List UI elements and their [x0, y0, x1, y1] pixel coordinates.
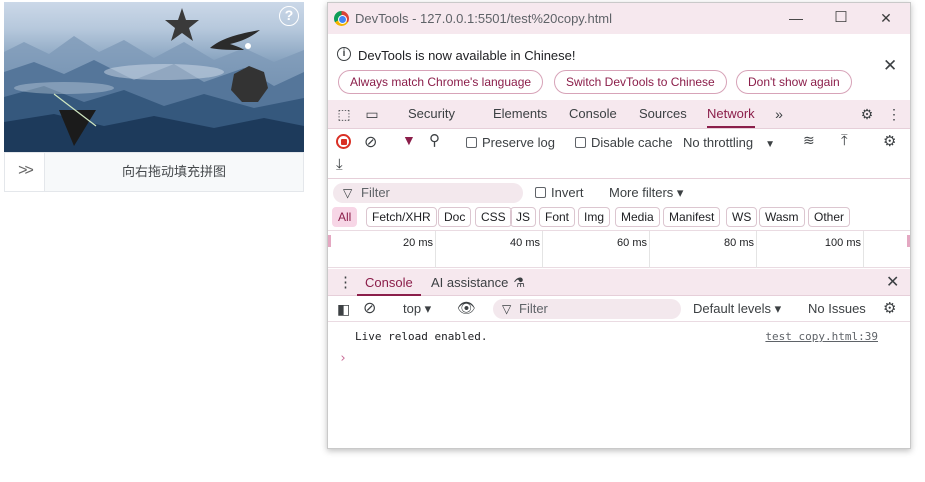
- filter-icon: ▽: [502, 302, 512, 316]
- always-match-language-button[interactable]: Always match Chrome's language: [338, 70, 544, 94]
- type-ws[interactable]: WS: [726, 207, 758, 227]
- info-icon: i: [337, 47, 351, 61]
- clear-icon[interactable]: ⊘: [364, 132, 377, 152]
- resource-type-filters: All Fetch/XHR Doc CSS JS Font Img Media …: [328, 207, 910, 231]
- more-filters-dropdown[interactable]: More filters ▾: [609, 185, 683, 201]
- preserve-log-checkbox[interactable]: Preserve log: [466, 135, 555, 150]
- chrome-logo-icon: [334, 11, 349, 26]
- type-js[interactable]: JS: [510, 207, 537, 227]
- disable-cache-checkbox[interactable]: Disable cache: [575, 135, 673, 150]
- slider-handle[interactable]: >>: [5, 153, 45, 191]
- tab-security[interactable]: Security: [408, 100, 455, 128]
- throttling-select[interactable]: No throttling ▼: [683, 135, 775, 150]
- minimize-button[interactable]: —: [780, 6, 812, 30]
- tick-label: 60 ms: [617, 237, 647, 249]
- console-output[interactable]: Live reload enabled. test copy.html:39 ›: [328, 323, 910, 448]
- issues-counter[interactable]: No Issues: [808, 296, 866, 322]
- console-message: Live reload enabled.: [355, 330, 488, 343]
- type-manifest[interactable]: Manifest: [663, 207, 721, 227]
- record-icon[interactable]: [336, 134, 351, 149]
- type-css[interactable]: CSS: [475, 207, 512, 227]
- window-title: DevTools - 127.0.0.1:5501/test%20copy.ht…: [355, 11, 613, 26]
- sidebar-toggle-icon[interactable]: ◧: [337, 296, 350, 322]
- help-icon[interactable]: ?: [279, 6, 299, 26]
- tab-network[interactable]: Network: [707, 100, 755, 128]
- type-wasm[interactable]: Wasm: [759, 207, 805, 227]
- invert-checkbox[interactable]: Invert: [535, 185, 584, 200]
- console-filter-input[interactable]: ▽ Filter: [493, 299, 681, 319]
- context-selector[interactable]: top ▾: [403, 296, 431, 322]
- type-other[interactable]: Other: [808, 207, 851, 227]
- flask-icon: ⚗: [513, 275, 525, 290]
- maximize-button[interactable]: ☐: [825, 6, 857, 30]
- filter-icon: ▽: [343, 186, 353, 200]
- tab-sources[interactable]: Sources: [639, 100, 687, 128]
- heptagon-shape: [231, 66, 268, 102]
- slider-captcha: ? >> 向右拖动填充拼图: [4, 2, 304, 192]
- tick-label: 100 ms: [824, 237, 861, 249]
- type-font[interactable]: Font: [539, 207, 576, 227]
- dont-show-again-button[interactable]: Don't show again: [736, 70, 852, 94]
- export-har-icon[interactable]: ⤓: [336, 156, 343, 173]
- tick-label: 80 ms: [724, 237, 754, 249]
- infobar-close-icon[interactable]: ✕: [883, 56, 897, 76]
- network-filter-bar: ▽ Filter Invert More filters ▾: [328, 180, 910, 205]
- slider-hint: 向右拖动填充拼图: [121, 164, 226, 179]
- settings-gear-icon[interactable]: ⚙: [857, 100, 877, 128]
- clear-console-icon[interactable]: ⊘: [363, 296, 376, 322]
- type-all[interactable]: All: [332, 207, 358, 227]
- more-options-icon[interactable]: ⋮: [884, 100, 904, 128]
- puzzle-shapes: [53, 8, 268, 146]
- type-media[interactable]: Media: [615, 207, 660, 227]
- tick-label: 40 ms: [510, 237, 540, 249]
- network-conditions-icon[interactable]: ≋: [803, 132, 815, 149]
- tick-label: 20 ms: [403, 237, 433, 249]
- network-toolbar: ⊘ ▼ ⚲ Preserve log Disable cache No thro…: [328, 129, 910, 179]
- console-message-source-link[interactable]: test copy.html:39: [765, 330, 878, 343]
- drawer-tabs: ⋮ Console AI assistance ⚗ ✕: [328, 269, 910, 296]
- infobar-message: DevTools is now available in Chinese!: [358, 48, 576, 63]
- console-prompt[interactable]: ›: [339, 351, 347, 366]
- console-toolbar: ◧ ⊘ top ▾ 👁 ▽ Filter Default levels ▾ No…: [328, 296, 910, 322]
- search-icon[interactable]: ⚲: [429, 131, 440, 149]
- type-fetch-xhr[interactable]: Fetch/XHR: [366, 207, 437, 227]
- devtools-window: DevTools - 127.0.0.1:5501/test%20copy.ht…: [327, 2, 911, 449]
- network-filter-input[interactable]: ▽ Filter: [333, 183, 523, 203]
- triangle-shape: [59, 110, 96, 146]
- inspect-element-icon[interactable]: ⬚: [334, 100, 354, 128]
- more-tabs-icon[interactable]: »: [769, 100, 789, 128]
- eagle-shape: [210, 30, 260, 50]
- import-har-icon[interactable]: ⤒: [841, 132, 848, 149]
- network-settings-gear-icon[interactable]: ⚙: [883, 132, 896, 150]
- drawer-close-icon[interactable]: ✕: [886, 269, 899, 296]
- type-img[interactable]: Img: [578, 207, 611, 227]
- live-expression-eye-icon[interactable]: 👁: [457, 296, 476, 322]
- tab-elements[interactable]: Elements: [493, 100, 547, 128]
- slider-track[interactable]: >> 向右拖动填充拼图: [4, 152, 304, 192]
- star-shape: [165, 8, 199, 41]
- drawer-tab-ai-assistance[interactable]: AI assistance ⚗: [431, 269, 525, 296]
- title-bar: DevTools - 127.0.0.1:5501/test%20copy.ht…: [328, 3, 910, 34]
- drawer-tab-console[interactable]: Console: [357, 269, 421, 296]
- close-window-button[interactable]: ✕: [870, 6, 902, 30]
- panel-tabs: ⬚ ▭ Security Elements Console Sources Ne…: [328, 100, 910, 129]
- drawer-menu-icon[interactable]: ⋮: [338, 269, 353, 296]
- tab-console[interactable]: Console: [569, 100, 617, 128]
- timeline-right-handle[interactable]: [907, 235, 910, 247]
- filter-funnel-icon[interactable]: ▼: [402, 132, 416, 148]
- captcha-image: ?: [4, 2, 304, 152]
- switch-to-chinese-button[interactable]: Switch DevTools to Chinese: [554, 70, 727, 94]
- console-settings-gear-icon[interactable]: ⚙: [883, 296, 896, 322]
- type-doc[interactable]: Doc: [438, 207, 472, 227]
- log-levels-dropdown[interactable]: Default levels ▾: [693, 296, 781, 322]
- network-timeline-overview[interactable]: 20 ms 40 ms 60 ms 80 ms 100 ms: [328, 230, 910, 268]
- device-toolbar-icon[interactable]: ▭: [362, 100, 382, 128]
- language-infobar: i DevTools is now available in Chinese! …: [328, 34, 910, 100]
